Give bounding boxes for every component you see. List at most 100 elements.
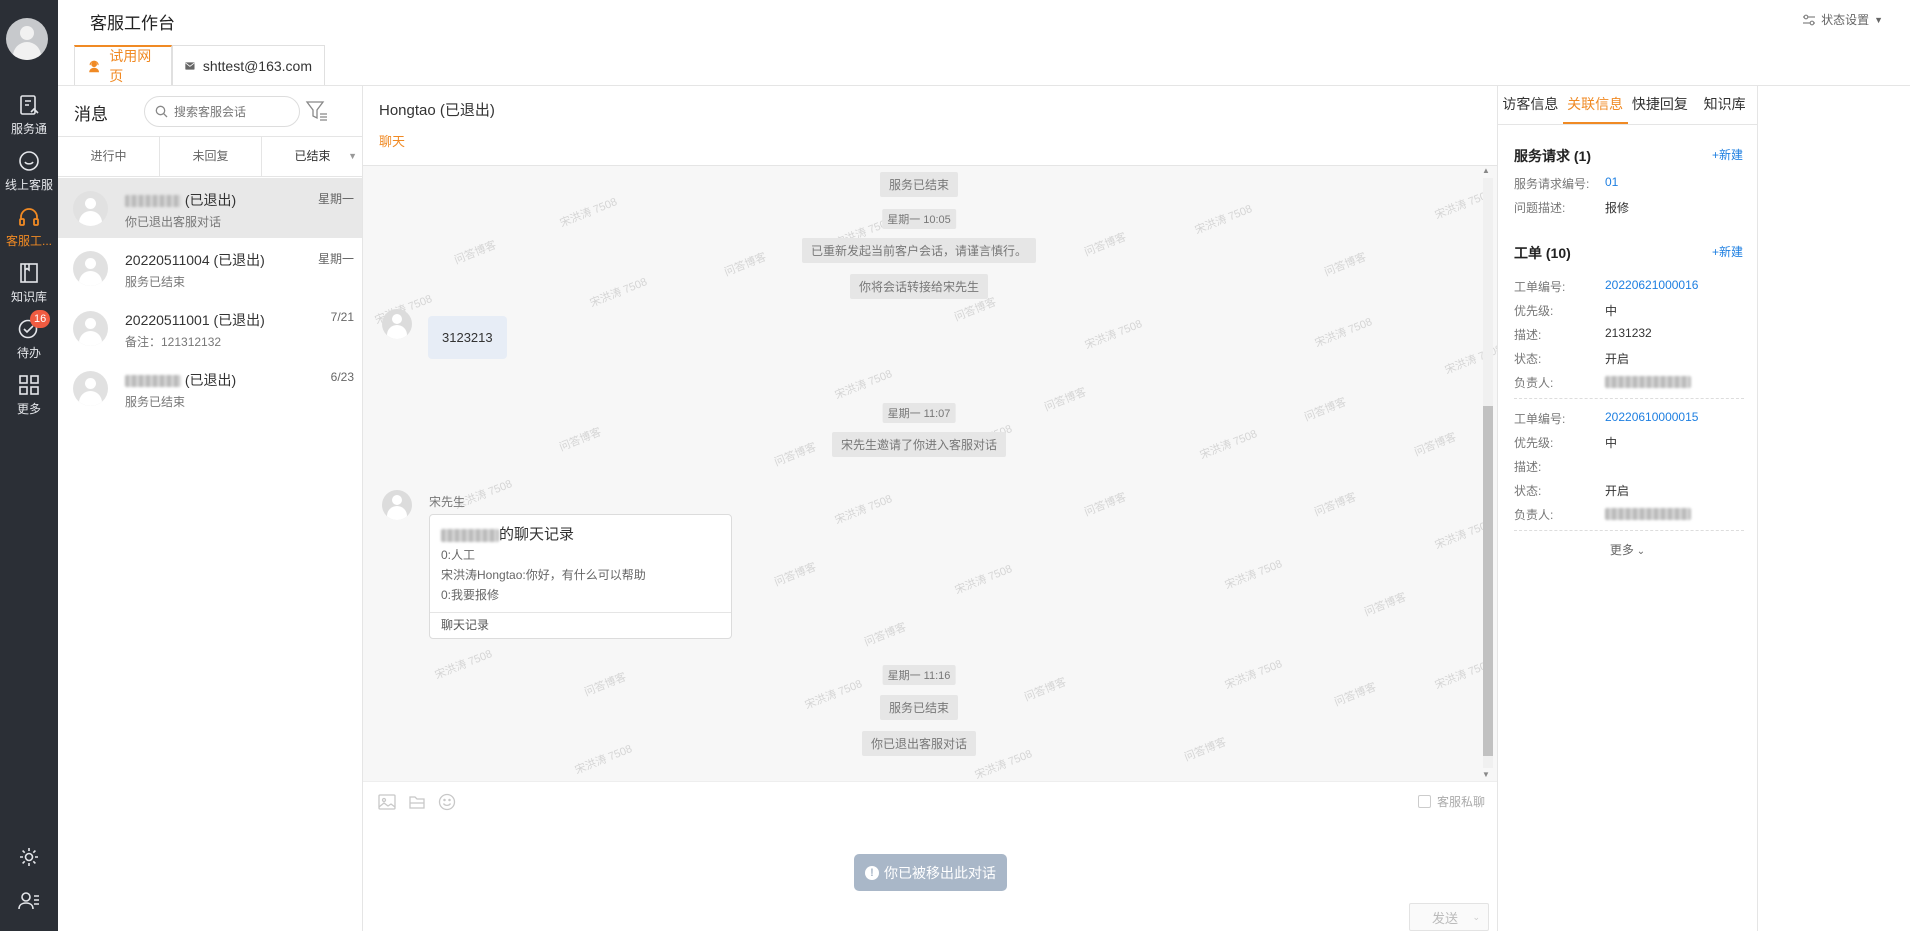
watermark: 宋洪涛 7508 (1083, 318, 1144, 352)
system-message: 宋先生邀请了你进入客服对话 (831, 432, 1007, 457)
service-request-number[interactable]: 01 (1605, 175, 1618, 189)
conversation-preview: 你已退出客服对话 (125, 215, 222, 229)
watermark: 宋洪涛 7508 (953, 563, 1014, 597)
caret-down-icon: ▼ (348, 151, 357, 161)
divider (1514, 398, 1744, 399)
removed-notice: ! 你已被移出此对话 (854, 854, 1007, 891)
right-panel: 访客信息 关联信息 快捷回复 知识库 服务请求 (1) +新建 服务请求编号: … (1497, 86, 1758, 931)
avatar (382, 309, 412, 339)
tab-visitor-info[interactable]: 访客信息 (1498, 86, 1563, 124)
avatar (73, 191, 108, 226)
send-label: 发送 (1432, 910, 1459, 926)
redacted-owner (1605, 375, 1691, 388)
grid-icon (19, 375, 39, 395)
conversation-time: 7/21 (330, 310, 354, 324)
conversation-time: 6/23 (330, 370, 354, 384)
caret-down-icon: ▼ (1874, 14, 1883, 25)
scroll-thumb[interactable] (1483, 406, 1493, 756)
tab-chat[interactable]: 聊天 (379, 131, 405, 150)
watermark: 宋洪涛 7508 (588, 276, 649, 310)
new-ticket-button[interactable]: +新建 (1712, 243, 1743, 260)
conversation-name: (已退出) (125, 370, 236, 390)
image-icon[interactable] (377, 792, 397, 812)
chevron-down-icon[interactable]: ⌄ (1472, 912, 1480, 923)
redacted-name (125, 375, 181, 388)
nav-item-service[interactable]: 服务通 (0, 88, 58, 138)
more-link[interactable]: 更多 ⌄ (1498, 541, 1757, 558)
field-value: 中 (1605, 304, 1618, 318)
watermark: 宋洪涛 7508 (558, 196, 619, 230)
conversation-item[interactable]: 20220511004 (已退出) 星期一 服务已结束 (58, 238, 362, 298)
nav-item-knowledge[interactable]: 知识库 (0, 256, 58, 306)
tab-in-progress[interactable]: 进行中 (58, 137, 160, 176)
watermark: 宋洪涛 7508 (1198, 428, 1259, 462)
time-divider: 星期一 11:07 (882, 403, 956, 423)
watermark: 问答博客 (862, 621, 909, 649)
list-title: 消息 (74, 105, 108, 124)
user-avatar[interactable] (6, 18, 48, 60)
watermark: 宋洪涛 7508 (803, 678, 864, 712)
watermark: 问答博客 (722, 251, 769, 279)
search-icon (155, 105, 168, 118)
conversation-item[interactable]: 20220511001 (已退出) 7/21 备注：121312132 (58, 298, 362, 358)
tab-unreplied[interactable]: 未回复 (160, 137, 262, 176)
status-setting-button[interactable]: 状态设置 ▼ (1802, 11, 1883, 28)
status-setting-label: 状态设置 (1821, 13, 1870, 27)
message-area[interactable]: 宋洪涛 7508 问答博客 宋洪涛 7508 问答博客 问答博客 宋洪涛 750… (363, 165, 1497, 781)
tab-related-info[interactable]: 关联信息 (1562, 86, 1628, 124)
folder-icon[interactable] (407, 792, 427, 812)
conversation-preview: 服务已结束 (125, 275, 186, 289)
time-divider: 星期一 10:05 (882, 209, 956, 229)
scroll-down-icon[interactable]: ▼ (1482, 770, 1490, 779)
field-label: 优先级: (1514, 436, 1554, 450)
smile-icon (19, 151, 39, 171)
nav-item-todo[interactable]: 16 待办 (0, 310, 58, 362)
gear-icon[interactable] (15, 843, 43, 871)
search-input[interactable] (174, 104, 292, 119)
record-footer[interactable]: 聊天记录 (430, 612, 731, 638)
private-chat-checkbox[interactable] (1417, 795, 1431, 808)
nav-item-more[interactable]: 更多 (0, 368, 58, 418)
chat-bubble: 3123213 (428, 316, 507, 359)
chat-record-card[interactable]: 的聊天记录 0:人工 宋洪涛Hongtao:你好，有什么可以帮助 0:我要报修 … (429, 514, 732, 639)
tab-email[interactable]: shttest@163.com (172, 45, 325, 85)
scrollbar[interactable]: ▲ ▼ (1480, 166, 1494, 781)
nav-label: 知识库 (10, 290, 47, 304)
watermark: 宋洪涛 7508 (1313, 316, 1374, 350)
ticket-number-link[interactable]: 20220621000016 (1605, 278, 1698, 292)
emoji-icon[interactable] (437, 792, 457, 812)
tab-knowledge-base[interactable]: 知识库 (1692, 86, 1757, 124)
tab-trial-web[interactable]: 试用网页 (74, 45, 172, 85)
record-line: 宋洪涛Hongtao:你好，有什么可以帮助 (441, 568, 646, 582)
avatar (73, 311, 108, 346)
watermark: 问答博客 (1082, 491, 1129, 519)
new-service-request-button[interactable]: +新建 (1712, 146, 1743, 163)
more-label: 更多 (1609, 543, 1634, 557)
ticket-number-link[interactable]: 20220610000015 (1605, 410, 1698, 424)
email-icon (185, 61, 195, 70)
watermark: 宋洪涛 7508 (573, 743, 634, 777)
private-chat-label: 客服私聊 (1436, 795, 1485, 809)
nav-label: 待办 (16, 346, 41, 360)
chat-title: Hongtao (已退出) (379, 102, 495, 119)
list-tabs: 进行中 未回复 已结束 ▼ (58, 136, 363, 177)
book-icon (20, 263, 38, 283)
conversation-name: 20220511001 (已退出) (125, 312, 265, 328)
user-list-icon[interactable] (15, 887, 43, 915)
nav-item-online-service[interactable]: 线上客服 (0, 144, 58, 194)
nav-item-workbench[interactable]: 客服工... (0, 200, 58, 250)
conversation-item[interactable]: (已退出) 星期一 你已退出客服对话 (58, 178, 362, 238)
conversation-list-panel: 消息 进行中 未回复 已结束 ▼ (已退出) 星期一 你已退出客服对话 20220… (58, 86, 363, 931)
service-request-title: 服务请求 (1) (1514, 148, 1591, 164)
filter-icon[interactable] (304, 98, 330, 124)
scroll-up-icon[interactable]: ▲ (1482, 166, 1490, 175)
send-button[interactable]: 发送 ⌄ (1409, 903, 1489, 931)
tab-ended[interactable]: 已结束 ▼ (262, 137, 363, 176)
conversation-item[interactable]: (已退出) 6/23 服务已结束 (58, 358, 362, 418)
field-label: 负责人: (1514, 508, 1554, 522)
watermark: 宋洪涛 7508 (433, 648, 494, 682)
watermark: 宋洪涛 7508 (1223, 658, 1284, 692)
tab-quick-reply[interactable]: 快捷回复 (1628, 86, 1693, 124)
private-chat-toggle[interactable]: 客服私聊 (1417, 793, 1485, 810)
search-box[interactable] (144, 96, 300, 127)
